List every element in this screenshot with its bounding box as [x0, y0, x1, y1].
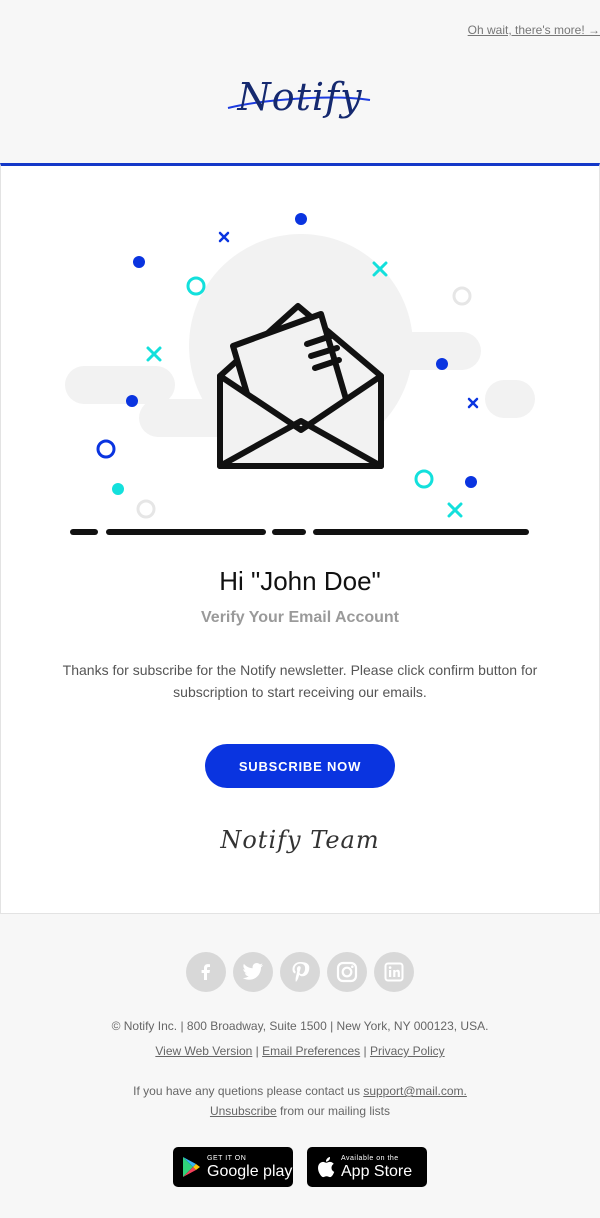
body-text: Thanks for subscribe for the Notify news… — [62, 662, 538, 700]
company-address: © Notify Inc. | 800 Broadway, Suite 1500… — [111, 1019, 489, 1033]
email-card: Hi "John Doe" Verify Your Email Account … — [0, 163, 600, 914]
email-preferences-link[interactable]: Email Preferences — [262, 1044, 360, 1058]
linkedin-icon[interactable] — [374, 952, 414, 992]
contact-line: If you have any quetions please contact … — [0, 1084, 600, 1098]
google-play-icon — [183, 1157, 200, 1177]
signature: Notify Team — [220, 826, 380, 854]
google-badge-big-text: Google play — [207, 1162, 293, 1180]
facebook-icon[interactable] — [186, 952, 226, 992]
greeting-heading: Hi "John Doe" — [219, 566, 381, 596]
envelope-illustration — [65, 213, 535, 535]
unsubscribe-link[interactable]: Unsubscribe — [210, 1104, 277, 1118]
apple-badge-small-text: Available on the — [341, 1154, 399, 1162]
google-play-badge[interactable]: GET IT ON Google play — [173, 1147, 293, 1187]
app-store-badges: GET IT ON Google play Available on the A… — [0, 1147, 600, 1187]
unsubscribe-text: from our mailing lists — [276, 1104, 391, 1118]
pinterest-icon[interactable] — [280, 952, 320, 992]
more-link[interactable]: Oh wait, there's more! → — [468, 23, 600, 37]
view-web-version-link[interactable]: View Web Version — [155, 1044, 252, 1058]
social-icons — [0, 952, 600, 992]
verify-subtitle: Verify Your Email Account — [201, 609, 399, 626]
unsubscribe-line: Unsubscribe from our mailing lists — [0, 1104, 600, 1118]
apple-badge-big-text: App Store — [341, 1162, 413, 1180]
app-store-badge[interactable]: Available on the App Store — [307, 1147, 427, 1187]
apple-icon — [318, 1157, 335, 1178]
support-email-link[interactable]: support@mail.com. — [363, 1084, 467, 1098]
logo: Notify — [0, 72, 600, 132]
contact-text: If you have any quetions please contact … — [133, 1084, 360, 1098]
footer-links: View Web Version | Email Preferences | P… — [0, 1044, 600, 1058]
privacy-policy-link[interactable]: Privacy Policy — [370, 1044, 445, 1058]
svg-text:Notify: Notify — [236, 75, 362, 119]
google-badge-small-text: GET IT ON — [207, 1154, 247, 1162]
twitter-icon[interactable] — [233, 952, 273, 992]
instagram-icon[interactable] — [327, 952, 367, 992]
subscribe-button[interactable]: SUBSCRIBE NOW — [205, 744, 395, 788]
